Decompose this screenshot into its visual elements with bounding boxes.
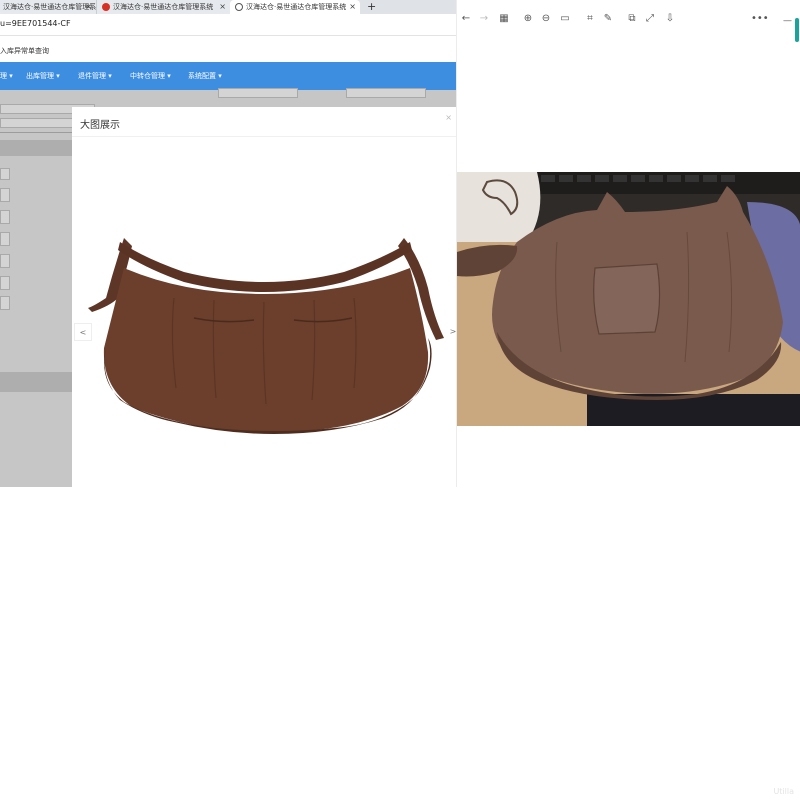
arrow-right-icon[interactable]: → [477,10,491,28]
close-icon[interactable]: × [445,113,452,122]
arrow-left-icon[interactable]: ← [459,10,473,28]
dim-input [0,210,10,224]
dim-section-header [0,372,72,392]
tab-bar: 汉海达仓·易世通达仓库管理系统 × 汉海达仓·易世通达仓库管理系统 × 汉海达仓… [0,0,456,14]
dim-section-header [0,140,72,156]
save-icon[interactable]: ⇩ [663,10,677,28]
tab-label: 汉海达仓·易世通达仓库管理系统 [246,3,347,11]
nav-item-partial[interactable]: 理 ▾ [0,71,13,81]
close-icon[interactable]: × [85,0,92,14]
prev-image-button[interactable]: < [74,323,92,341]
next-image-button[interactable]: > [444,323,456,341]
dim-input [218,88,298,98]
more-icon[interactable]: ••• [751,10,769,28]
bookmark-bar: 入库异常单查询 [0,40,456,60]
dim-input [0,296,10,310]
watermark: Utilla [773,787,794,796]
fit-icon[interactable]: ▭ [558,10,572,28]
close-icon[interactable]: × [349,0,356,14]
grid-icon[interactable]: ▦ [497,10,511,28]
crop-icon[interactable]: ⌗ [583,10,597,28]
apron-photo-drawing [457,172,800,426]
minimize-icon[interactable]: — [783,16,792,26]
dim-input [346,88,426,98]
dim-input [0,276,10,290]
close-icon[interactable]: × [219,0,226,14]
app-nav-bar: 理 ▾ 出库管理 ▾ 退件管理 ▾ 中转仓管理 ▾ 系统配置 ▾ [0,62,456,90]
modal-header: 大图展示 × [72,107,456,137]
new-tab-button[interactable]: + [367,0,376,13]
dim-input [0,118,80,128]
dim-input [0,254,10,268]
site-favicon-icon [102,3,110,11]
apron-body [103,268,429,433]
browser-window-left: 汉海达仓·易世通达仓库管理系统 × 汉海达仓·易世通达仓库管理系统 × 汉海达仓… [0,0,456,487]
image-viewer-window: ← → ▦ ⊕ ⊖ ▭ ⌗ ✎ ⧉ ⤢ ⇩ ••• — [456,0,800,487]
apron-product-image [88,238,444,434]
address-bar[interactable]: u=9EE701544-CF [0,14,456,36]
zoom-in-icon[interactable]: ⊕ [521,10,535,28]
browser-tab-3-active[interactable]: 汉海达仓·易世通达仓库管理系统 × [230,0,360,14]
nav-item-transit[interactable]: 中转仓管理 ▾ [130,71,171,81]
nav-item-returns[interactable]: 退件管理 ▾ [78,71,112,81]
viewer-toolbar: ← → ▦ ⊕ ⊖ ▭ ⌗ ✎ ⧉ ⤢ ⇩ ••• — [457,10,800,30]
modal-title: 大图展示 [80,120,120,131]
scrollbar-thumb[interactable] [795,18,799,42]
edit-icon[interactable]: ✎ [601,10,615,28]
nav-item-outbound[interactable]: 出库管理 ▾ [26,71,60,81]
copy-icon[interactable]: ⧉ [625,10,639,28]
tab-label: 汉海达仓·易世通达仓库管理系统 [113,3,214,11]
browser-tab-1[interactable]: 汉海达仓·易世通达仓库管理系统 × [0,0,96,14]
fullscreen-icon[interactable]: ⤢ [643,10,657,28]
apron-photo [457,172,800,426]
dim-input [0,188,10,202]
url-text[interactable]: u=9EE701544-CF [0,19,71,28]
tab-label: 汉海达仓·易世通达仓库管理系统 [3,3,96,11]
dim-divider [0,132,72,133]
dim-input [0,232,10,246]
zoom-out-icon[interactable]: ⊖ [539,10,553,28]
globe-icon [235,3,243,11]
nav-item-settings[interactable]: 系统配置 ▾ [188,71,222,81]
bookmark-item[interactable]: 入库异常单查询 [0,46,49,56]
screen: 汉海达仓·易世通达仓库管理系统 × 汉海达仓·易世通达仓库管理系统 × 汉海达仓… [0,0,800,800]
browser-tab-2[interactable]: 汉海达仓·易世通达仓库管理系统 × [96,0,230,14]
dim-input [0,168,10,180]
